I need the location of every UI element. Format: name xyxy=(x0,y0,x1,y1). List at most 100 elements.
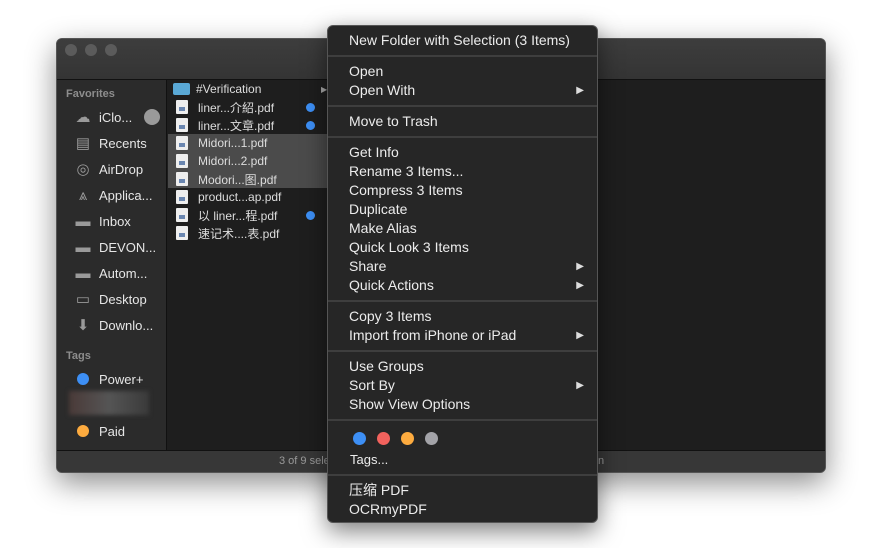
pdf-file-icon xyxy=(176,100,188,114)
sidebar-item-label: Applica... xyxy=(99,187,153,203)
sidebar-item-iclo[interactable]: ☁ iClo... xyxy=(73,106,161,128)
cloud-icon: ☁ xyxy=(75,109,91,126)
menu-item-ocrmypdf[interactable]: OCRmyPDF xyxy=(328,500,597,519)
file-row[interactable]: product...ap.pdf xyxy=(168,188,328,206)
sidebar-item-label: Recents xyxy=(99,135,147,151)
sidebar-tag-paid[interactable]: Paid xyxy=(73,420,125,442)
menu-item-label: Open With xyxy=(349,82,416,98)
sidebar-item-label: Desktop xyxy=(99,291,147,307)
sidebar-item-airdrop[interactable]: ◎ AirDrop xyxy=(73,158,143,180)
menu-item-duplicate[interactable]: Duplicate xyxy=(328,200,597,219)
menu-item-rename-3-items[interactable]: Rename 3 Items... xyxy=(328,162,597,181)
sidebar-item-downlo[interactable]: ⬇ Downlo... xyxy=(73,314,154,336)
sidebar-item-label: iClo... xyxy=(99,109,133,125)
menu-item-get-info[interactable]: Get Info xyxy=(328,143,597,162)
pdf-file-icon xyxy=(176,226,188,240)
menu-item-label: Import from iPhone or iPad xyxy=(349,327,517,343)
file-row[interactable]: 速记术....表.pdf xyxy=(168,224,328,242)
download-icon: ⬇ xyxy=(76,317,90,334)
menu-item-move-to-trash[interactable]: Move to Trash xyxy=(328,112,597,131)
menu-item-label: Share xyxy=(349,258,387,274)
status-text-tail: n xyxy=(598,455,605,467)
tag-dot-icon xyxy=(73,370,93,388)
menu-item-sort-by[interactable]: Sort By ▶ xyxy=(328,376,597,395)
submenu-arrow-icon: ▶ xyxy=(576,330,584,341)
folder-icon: ▬ xyxy=(75,264,91,282)
tags-header: Tags xyxy=(66,350,91,362)
tag-label: Power+ xyxy=(99,371,144,387)
file-row[interactable]: liner...文章.pdf xyxy=(168,116,328,134)
sidebar-item-label: DEVON... xyxy=(99,239,157,255)
tag-color-dot[interactable] xyxy=(353,431,366,445)
menu-item-label: Show View Options xyxy=(349,396,471,412)
file-row[interactable]: Midori...2.pdf xyxy=(168,152,328,170)
file-row[interactable]: Modori...图.pdf xyxy=(168,170,328,188)
blurred-tag xyxy=(69,391,149,415)
folder-icon: ▬ xyxy=(75,212,91,230)
file-row[interactable]: 以 liner...程.pdf xyxy=(168,206,328,224)
submenu-arrow-icon: ▶ xyxy=(576,280,584,291)
file-name: Midori...1.pdf xyxy=(198,136,268,150)
pdf-file-icon xyxy=(176,172,188,186)
pdf-file-icon xyxy=(176,208,188,222)
sidebar-item-desktop[interactable]: ▭ Desktop xyxy=(73,288,147,310)
minimize-button[interactable] xyxy=(85,44,97,56)
submenu-arrow-icon: ▶ xyxy=(576,261,584,272)
menu-item-tags[interactable]: Tags... xyxy=(328,450,597,469)
menu-item-open-with[interactable]: Open With ▶ xyxy=(328,81,597,100)
zoom-button[interactable] xyxy=(105,44,117,56)
sidebar-item-devon[interactable]: ▬ DEVON... xyxy=(73,236,157,258)
menu-item-label: Compress 3 Items xyxy=(349,182,463,198)
tag-color-dot[interactable] xyxy=(377,431,390,445)
menu-item-label: Make Alias xyxy=(349,220,417,236)
menu-item-show-view-options[interactable]: Show View Options xyxy=(328,395,597,414)
menu-item-share[interactable]: Share ▶ xyxy=(328,257,597,276)
tag-color-dot[interactable] xyxy=(425,431,438,445)
file-name: Midori...2.pdf xyxy=(198,154,268,168)
menu-item-new-folder-with-selection-3-items[interactable]: New Folder with Selection (3 Items) xyxy=(328,31,597,50)
menu-item-use-groups[interactable]: Use Groups xyxy=(328,357,597,376)
menu-item-label: Get Info xyxy=(349,144,399,160)
menu-item-import-from-iphone-or-ipad[interactable]: Import from iPhone or iPad ▶ xyxy=(328,326,597,345)
menu-item-label: Sort By xyxy=(349,377,395,393)
menu-item-label: OCRmyPDF xyxy=(349,501,427,517)
menu-item-pdf[interactable]: 压缩 PDF xyxy=(328,481,597,500)
menu-item-label: Open xyxy=(349,63,384,79)
file-column: #Verification ▶ liner...介紹.pdf liner...文章.p… xyxy=(168,80,328,450)
sidebar-item-label: Autom... xyxy=(99,265,148,281)
folder-icon xyxy=(173,83,190,95)
menu-item-quick-look-3-items[interactable]: Quick Look 3 Items xyxy=(328,238,597,257)
sidebar-item-autom[interactable]: ▬ Autom... xyxy=(73,262,148,284)
menu-item-open[interactable]: Open xyxy=(328,62,597,81)
file-row[interactable]: liner...介紹.pdf xyxy=(168,98,328,116)
submenu-arrow-icon: ▶ xyxy=(576,85,584,96)
tag-color-row xyxy=(328,426,597,450)
tag-color-dot[interactable] xyxy=(401,431,414,445)
pdf-file-icon xyxy=(176,154,188,168)
file-name: product...ap.pdf xyxy=(198,190,282,204)
sidebar-item-label: Inbox xyxy=(99,213,131,229)
menu-item-label: New Folder with Selection (3 Items) xyxy=(349,32,570,48)
menu-item-copy-3-items[interactable]: Copy 3 Items xyxy=(328,307,597,326)
pdf-file-icon xyxy=(176,136,188,150)
menu-item-quick-actions[interactable]: Quick Actions ▶ xyxy=(328,276,597,295)
menu-item-compress-3-items[interactable]: Compress 3 Items xyxy=(328,181,597,200)
file-row[interactable]: #Verification ▶ xyxy=(168,80,328,98)
sidebar-item-applica[interactable]: ⩓ Applica... xyxy=(73,184,153,206)
storage-pie-icon xyxy=(144,109,161,125)
menu-separator xyxy=(328,100,597,112)
favorites-header: Favorites xyxy=(66,88,115,100)
file-row[interactable]: Midori...1.pdf xyxy=(168,134,328,152)
menu-separator xyxy=(328,414,597,426)
file-name: liner...文章.pdf xyxy=(198,118,275,133)
menu-separator xyxy=(328,131,597,143)
sidebar-item-inbox[interactable]: ▬ Inbox xyxy=(73,210,131,232)
sidebar-tag-power[interactable]: Power+ xyxy=(73,368,143,390)
file-name: 速记术....表.pdf xyxy=(198,226,280,241)
close-button[interactable] xyxy=(65,44,77,56)
tag-dot-icon xyxy=(73,422,93,440)
tag-dot-icon xyxy=(306,120,315,130)
menu-item-label: Use Groups xyxy=(349,358,424,374)
sidebar-item-recents[interactable]: ▤ Recents xyxy=(73,132,147,154)
menu-item-make-alias[interactable]: Make Alias xyxy=(328,219,597,238)
